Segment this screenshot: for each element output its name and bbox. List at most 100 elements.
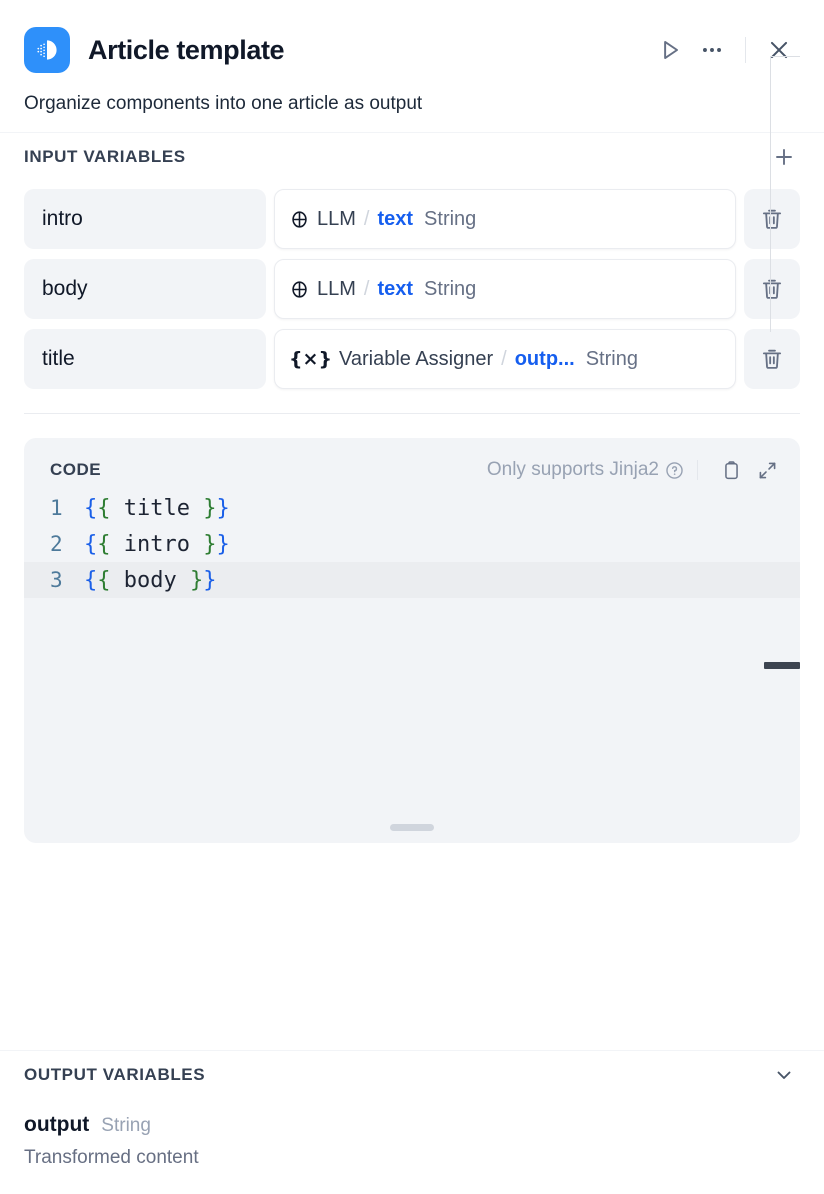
copy-code-button[interactable] [716, 455, 746, 485]
code-token-inner-open: { [97, 567, 111, 593]
code-token-outer-close: } [216, 495, 230, 521]
reference-separator: / [363, 207, 370, 230]
line-number: 2 [50, 532, 63, 556]
chevron-down-icon [777, 1071, 791, 1080]
code-hint-text: Only supports Jinja2 [486, 459, 659, 480]
reference-variable-name: outp... [514, 347, 575, 370]
code-vertical-scrollbar[interactable] [770, 56, 771, 332]
output-variables-list: output String Transformed content [0, 1099, 824, 1172]
expand-code-button[interactable] [752, 455, 782, 485]
code-scrollbar-top-cap [770, 56, 800, 57]
variable-reference-selector[interactable]: LLM / text String [274, 259, 736, 319]
code-token-outer-open: { [84, 531, 98, 557]
delete-variable-button[interactable] [744, 259, 800, 319]
code-token-outer-open: { [84, 567, 98, 593]
delete-variable-button[interactable] [744, 189, 800, 249]
llm-icon [289, 279, 310, 300]
template-transform-icon [24, 27, 70, 73]
reference-node-name: LLM [317, 207, 356, 230]
divider-input-code [24, 413, 800, 414]
reference-variable-type: String [585, 347, 638, 370]
trash-icon [762, 349, 782, 369]
input-variables-list: intro LLM / text String body LLM / text … [0, 181, 824, 399]
run-button[interactable] [649, 29, 691, 71]
variable-reference-selector[interactable]: LLM / text String [274, 189, 736, 249]
code-token-name: intro [110, 531, 204, 557]
variable-name-value: title [42, 347, 75, 370]
variable-reference-selector[interactable]: {×} Variable Assigner / outp... String [274, 329, 736, 389]
variable-name-value: intro [42, 207, 83, 230]
node-detail-panel: Article template Organize components int… [0, 0, 824, 1194]
reference-variable-name: text [377, 207, 414, 230]
variable-name-input[interactable]: title [24, 329, 266, 389]
expand-icon [759, 462, 775, 478]
code-editor-panel: CODE Only supports Jinja2 1 {{title}} … [24, 438, 800, 843]
header-actions [649, 29, 800, 71]
reference-node-name: LLM [317, 277, 356, 300]
code-horizontal-scrollbar-thumb[interactable] [764, 662, 800, 669]
code-token-inner-close: } [189, 567, 204, 593]
close-button[interactable] [758, 29, 800, 71]
code-line-content: {{ title }} [84, 496, 230, 521]
delete-variable-button[interactable] [744, 329, 800, 389]
variable-name-value: body [42, 277, 88, 300]
reference-separator: / [363, 277, 370, 300]
collapse-output-button[interactable] [768, 1059, 800, 1091]
input-variable-row: body LLM / text String [24, 259, 800, 319]
input-variables-title: INPUT VARIABLES [24, 147, 186, 166]
output-variables-title: OUTPUT VARIABLES [24, 1065, 206, 1085]
input-variables-header: INPUT VARIABLES [0, 133, 824, 181]
code-token-inner-open: { [97, 495, 111, 521]
code-hint: Only supports Jinja2 [487, 459, 685, 481]
copy-icon [724, 460, 738, 479]
output-variable-name: output [24, 1113, 90, 1137]
input-variable-row: title {×} Variable Assigner / outp... St… [24, 329, 800, 389]
panel-header: Article template [0, 0, 824, 78]
input-variable-row: intro LLM / text String [24, 189, 800, 249]
code-token-name: title [110, 495, 204, 521]
output-variable-type: String [101, 1115, 151, 1137]
code-line[interactable]: 2 {{ intro }} [24, 526, 800, 562]
code-token-name: body [110, 567, 190, 593]
bottom-spacer [0, 1172, 824, 1194]
code-token-outer-open: { [84, 495, 98, 521]
output-variables-header[interactable]: OUTPUT VARIABLES [0, 1051, 824, 1099]
llm-icon [289, 209, 310, 230]
header-divider [745, 37, 746, 63]
question-circle-icon [666, 461, 683, 479]
code-editor-body[interactable]: 1 {{ title }} 2 {{ intro }} 3 {{ body }} [24, 484, 800, 598]
plus-icon [776, 149, 792, 165]
variable-assigner-icon: {×} [289, 347, 332, 370]
code-token-inner-open: { [97, 531, 111, 557]
code-label: CODE [50, 460, 102, 479]
code-line[interactable]: 1 {{ title }} [24, 490, 800, 526]
reference-variable-name: text [377, 277, 414, 300]
reference-variable-type: String [424, 207, 477, 230]
code-token-inner-close: } [203, 531, 217, 557]
code-editor-resize-handle[interactable] [390, 824, 434, 831]
reference-variable-type: String [424, 277, 477, 300]
code-editor-header: CODE Only supports Jinja2 [24, 438, 800, 484]
reference-separator: / [501, 347, 507, 370]
code-token-outer-close: } [216, 531, 230, 557]
reference-node-name: Variable Assigner [338, 347, 494, 370]
code-line[interactable]: 3 {{ body }} [24, 562, 800, 598]
output-variable-item: output String [24, 1099, 800, 1137]
variable-name-input[interactable]: intro [24, 189, 266, 249]
trash-icon [762, 209, 782, 229]
trash-icon [762, 279, 782, 299]
line-number: 1 [50, 496, 63, 520]
page-title: Article template [88, 34, 285, 65]
code-line-content: {{ intro }} [84, 532, 230, 557]
ellipsis-icon [703, 48, 721, 52]
add-variable-button[interactable] [768, 141, 800, 173]
more-options-button[interactable] [691, 29, 733, 71]
code-token-inner-close: } [203, 495, 217, 521]
line-number: 3 [50, 568, 63, 592]
variable-name-input[interactable]: body [24, 259, 266, 319]
code-line-content: {{ body }} [84, 568, 216, 593]
code-token-outer-close: } [203, 567, 217, 593]
node-description: Organize components into one article as … [24, 93, 423, 114]
